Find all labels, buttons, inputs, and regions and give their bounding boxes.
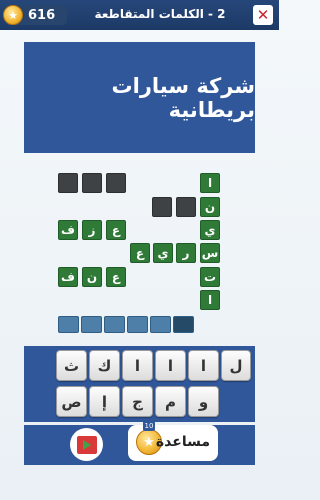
letter-key[interactable]: ج [122, 386, 153, 417]
coin-count: 616 [28, 7, 56, 23]
grid-cell[interactable]: ا [200, 290, 220, 310]
grid-cell[interactable]: ر [176, 243, 196, 263]
empty-cell[interactable] [176, 197, 196, 217]
letter-key[interactable]: ا [155, 350, 186, 381]
grid-cell[interactable]: ف [58, 267, 78, 287]
help-button[interactable]: ★ 10 مساعدة [128, 421, 218, 461]
letter-key[interactable]: م [155, 386, 186, 417]
clue-text: شركة سيارات بريطانية [111, 73, 255, 122]
letter-key[interactable]: ا [188, 350, 219, 381]
help-cost-badge: 10 [143, 421, 155, 431]
answer-slot[interactable] [127, 316, 148, 333]
letter-key[interactable]: ك [89, 350, 120, 381]
answer-slot[interactable] [104, 316, 125, 333]
grid-cell[interactable]: ي [153, 243, 173, 263]
letter-key[interactable]: ا [122, 350, 153, 381]
grid-cell[interactable]: ع [106, 267, 126, 287]
answer-slot[interactable] [150, 316, 171, 333]
grid-cell[interactable]: ز [82, 220, 102, 240]
empty-cell[interactable] [82, 173, 102, 193]
star-coin-icon: ★ [3, 5, 23, 25]
level-title: 2 - الكلمات المتقاطعة [94, 7, 226, 21]
play-icon [82, 439, 91, 450]
grid-cell[interactable]: ع [106, 220, 126, 240]
close-button[interactable]: ✕ [253, 5, 273, 25]
grid-cell[interactable]: ن [82, 267, 102, 287]
grid-cell[interactable]: س [200, 243, 220, 263]
grid-cell[interactable]: ف [58, 220, 78, 240]
grid-cell[interactable]: ع [130, 243, 150, 263]
letter-key[interactable]: ص [56, 386, 87, 417]
top-bar: ★ 616 2 - الكلمات المتقاطعة ✕ [0, 0, 279, 30]
grid-cell[interactable]: ي [200, 220, 220, 240]
letter-key[interactable]: ل [221, 350, 251, 381]
answer-slot[interactable] [173, 316, 194, 333]
grid-cell[interactable]: ا [200, 173, 220, 193]
empty-cell[interactable] [106, 173, 126, 193]
coin-balance: ★ 616 [3, 5, 67, 25]
letter-key[interactable]: ث [56, 350, 87, 381]
letter-key[interactable]: و [188, 386, 219, 417]
gift-video-button[interactable] [70, 428, 103, 461]
grid-cell[interactable]: ت [200, 267, 220, 287]
gift-icon [76, 435, 97, 454]
answer-slot[interactable] [81, 316, 102, 333]
answer-slot[interactable] [58, 316, 79, 333]
empty-cell[interactable] [152, 197, 172, 217]
help-label: مساعدة [155, 434, 210, 450]
letter-key[interactable]: إ [89, 386, 120, 417]
clue-panel: شركة سيارات بريطانية [24, 42, 255, 153]
empty-cell[interactable] [58, 173, 78, 193]
grid-cell[interactable]: ن [200, 197, 220, 217]
